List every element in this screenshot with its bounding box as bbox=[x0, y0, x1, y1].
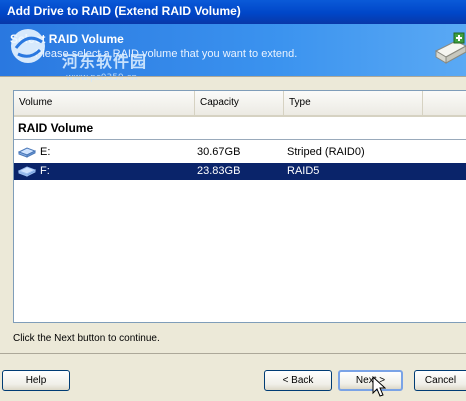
volume-drive-icon bbox=[18, 166, 36, 177]
window-title: Add Drive to RAID (Extend RAID Volume) bbox=[7, 4, 241, 18]
cell-capacity: 30.67GB bbox=[197, 146, 241, 158]
cancel-button[interactable]: Cancel bbox=[414, 370, 466, 391]
column-header-capacity[interactable]: Capacity bbox=[195, 91, 284, 115]
wizard-banner: Select RAID Volume Please select a RAID … bbox=[0, 24, 466, 83]
cell-type: Striped (RAID0) bbox=[287, 146, 365, 158]
list-header: Volume Capacity Type bbox=[14, 91, 466, 117]
raid-volume-list[interactable]: Volume Capacity Type RAID Volume E: 30.6… bbox=[13, 90, 466, 323]
instruction-text: Click the Next button to continue. bbox=[13, 333, 160, 344]
raid-drive-icon bbox=[434, 32, 466, 64]
cell-type: RAID5 bbox=[287, 165, 320, 177]
back-button[interactable]: < Back bbox=[264, 370, 332, 391]
cell-volume: F: bbox=[40, 165, 50, 177]
footer-divider bbox=[0, 353, 466, 354]
cell-capacity: 23.83GB bbox=[197, 165, 241, 177]
banner-divider bbox=[0, 76, 466, 77]
next-button[interactable]: Next > bbox=[338, 370, 403, 391]
group-divider bbox=[14, 139, 466, 140]
cell-volume: E: bbox=[40, 146, 51, 158]
table-row[interactable]: E: 30.67GB Striped (RAID0) bbox=[14, 144, 466, 161]
column-header-type[interactable]: Type bbox=[284, 91, 423, 115]
mouse-pointer-icon bbox=[372, 376, 386, 397]
volume-drive-icon bbox=[18, 147, 36, 158]
column-header-filler bbox=[423, 91, 466, 115]
watermark-url: www.pc0359.cn bbox=[66, 73, 138, 83]
watermark-logo-icon bbox=[11, 29, 45, 63]
window-titlebar[interactable]: Add Drive to RAID (Extend RAID Volume) bbox=[0, 0, 466, 24]
watermark-text: 河东软件园 bbox=[62, 52, 148, 71]
help-button[interactable]: Help bbox=[2, 370, 70, 391]
group-header-raid-volume: RAID Volume bbox=[18, 121, 94, 135]
column-header-volume[interactable]: Volume bbox=[14, 91, 195, 115]
table-row-selected[interactable]: F: 23.83GB RAID5 bbox=[14, 163, 466, 180]
